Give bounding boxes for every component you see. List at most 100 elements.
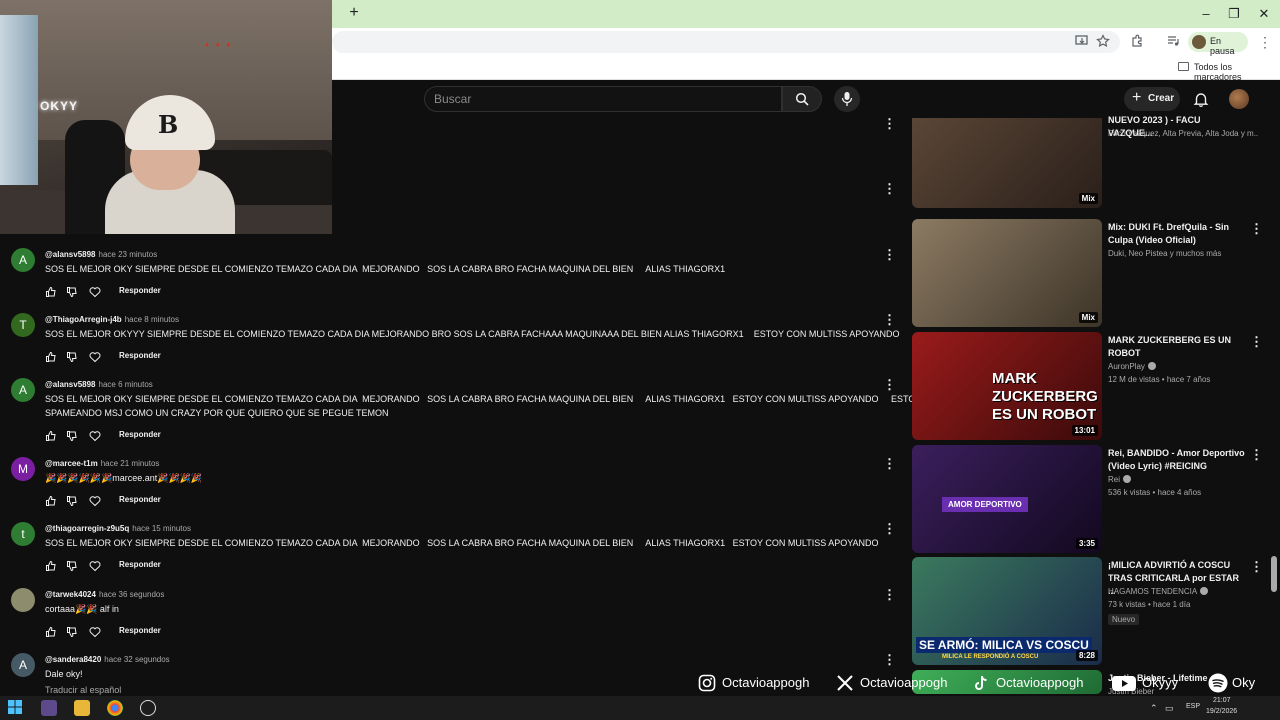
commenter-handle[interactable]: @ThiagoArregin-j4b <box>45 315 122 324</box>
commenter-avatar[interactable]: t <box>11 522 35 546</box>
commenter-avatar[interactable]: T <box>11 313 35 337</box>
file-explorer-icon[interactable] <box>74 700 90 716</box>
comment-time[interactable]: hace 21 minutos <box>101 459 160 468</box>
like-icon[interactable] <box>45 625 57 637</box>
notifications-bell-icon[interactable] <box>1193 91 1209 107</box>
comment-time[interactable]: hace 6 minutos <box>99 380 153 389</box>
page-scrollbar[interactable] <box>1271 556 1277 592</box>
search-input[interactable] <box>424 86 782 112</box>
comment-time[interactable]: hace 32 segundos <box>104 655 169 664</box>
commenter-handle[interactable]: @thiagoarregin-z9u5q <box>45 524 129 533</box>
comment-time[interactable]: hace 8 minutos <box>125 315 179 324</box>
reply-button[interactable]: Responder <box>119 286 161 295</box>
commenter-handle[interactable]: @marcee-t1m <box>45 459 98 468</box>
video-more-icon[interactable]: ⋮ <box>1250 335 1263 349</box>
comment-time[interactable]: hace 36 segundos <box>99 590 164 599</box>
video-thumbnail[interactable]: Mix <box>912 219 1102 327</box>
heart-icon[interactable] <box>89 494 101 507</box>
translate-link[interactable]: Traducir al español <box>45 685 121 695</box>
channel-name[interactable]: HAGAMOS TENDENCIA <box>1108 587 1258 596</box>
like-icon[interactable] <box>45 285 57 297</box>
commenter-handle[interactable]: @sandera8420 <box>45 655 101 664</box>
media-controls-icon[interactable] <box>1165 34 1181 50</box>
chrome-icon[interactable] <box>107 700 123 716</box>
heart-icon[interactable] <box>89 625 101 638</box>
channel-name[interactable]: Duki, Neo Pistea y muchos más <box>1108 249 1258 258</box>
commenter-avatar[interactable]: A <box>11 378 35 402</box>
video-more-icon[interactable]: ⋮ <box>1250 560 1263 574</box>
dislike-icon[interactable] <box>66 559 78 572</box>
minimize-button[interactable]: – <box>1196 5 1216 23</box>
clock-date[interactable]: 19/2/2026 <box>1206 708 1237 715</box>
like-icon[interactable] <box>45 494 57 506</box>
video-thumbnail[interactable]: SE ARMÓ: MILICA VS COSCU MILICA LE RESPON… <box>912 557 1102 665</box>
reply-button[interactable]: Responder <box>119 626 161 635</box>
commenter-avatar[interactable] <box>11 588 35 612</box>
comment-more-icon[interactable]: ⋮ <box>883 522 896 536</box>
reply-button[interactable]: Responder <box>119 495 161 504</box>
comment-time[interactable]: hace 23 minutos <box>99 250 158 259</box>
heart-icon[interactable] <box>89 350 101 363</box>
language-indicator[interactable]: ESP <box>1186 703 1200 710</box>
video-thumbnail[interactable]: AMOR DEPORTIVO 3:35 <box>912 445 1102 553</box>
comment-more-icon[interactable]: ⋮ <box>883 117 896 131</box>
commenter-handle[interactable]: @tarwek4024 <box>45 590 96 599</box>
network-icon[interactable]: ▭ <box>1165 703 1174 714</box>
comment-more-icon[interactable]: ⋮ <box>883 457 896 471</box>
reply-button[interactable]: Responder <box>119 430 161 439</box>
commenter-avatar[interactable]: M <box>11 457 35 481</box>
heart-icon[interactable] <box>89 429 101 442</box>
video-more-icon[interactable]: ⋮ <box>1250 448 1263 462</box>
comment-more-icon[interactable]: ⋮ <box>883 378 896 392</box>
like-icon[interactable] <box>45 559 57 571</box>
windows-start-icon[interactable] <box>8 700 24 716</box>
install-app-icon[interactable] <box>1074 34 1090 50</box>
channel-name[interactable]: Facu Vazquez, Alta Previa, Alta Joda y m… <box>1108 129 1258 138</box>
video-more-icon[interactable]: ⋮ <box>1250 222 1263 236</box>
channel-name[interactable]: Rei <box>1108 475 1258 484</box>
restore-button[interactable]: ❐ <box>1224 5 1244 23</box>
commenter-avatar[interactable]: A <box>11 653 35 677</box>
commenter-handle[interactable]: @alansv5898 <box>45 380 96 389</box>
clock-time[interactable]: 21:07 <box>1213 697 1231 704</box>
dislike-icon[interactable] <box>66 494 78 507</box>
dislike-icon[interactable] <box>66 429 78 442</box>
reply-button[interactable]: Responder <box>119 351 161 360</box>
voice-search-button[interactable] <box>834 86 860 112</box>
heart-icon[interactable] <box>89 285 101 298</box>
comment-more-icon[interactable]: ⋮ <box>883 182 896 196</box>
heart-icon[interactable] <box>89 559 101 572</box>
commenter-avatar[interactable]: A <box>11 248 35 272</box>
bookmark-star-icon[interactable] <box>1095 34 1111 50</box>
tray-chevron-icon[interactable]: ⌃ <box>1150 703 1158 714</box>
comment-more-icon[interactable]: ⋮ <box>883 653 896 667</box>
profile-chip[interactable]: En pausa <box>1188 32 1248 56</box>
dislike-icon[interactable] <box>66 285 78 298</box>
video-thumbnail[interactable]: Mix <box>912 118 1102 208</box>
user-avatar[interactable] <box>1229 89 1249 109</box>
new-tab-button[interactable]: + <box>346 5 362 21</box>
dislike-icon[interactable] <box>66 625 78 638</box>
search-button[interactable] <box>782 86 822 112</box>
all-bookmarks-link[interactable]: Todos los marcadores <box>1194 62 1280 82</box>
reply-button[interactable]: Responder <box>119 560 161 569</box>
media-player-icon[interactable] <box>41 700 57 716</box>
video-title[interactable]: Mix: DUKI Ft. DrefQuila - Sin Culpa (Vid… <box>1108 221 1246 247</box>
comment-time[interactable]: hace 15 minutos <box>132 524 191 533</box>
browser-menu-icon[interactable]: ⋮ <box>1258 34 1272 51</box>
comment-more-icon[interactable]: ⋮ <box>883 313 896 327</box>
obs-icon[interactable] <box>140 700 156 716</box>
like-icon[interactable] <box>45 350 57 362</box>
comment-more-icon[interactable]: ⋮ <box>883 248 896 262</box>
dislike-icon[interactable] <box>66 350 78 363</box>
video-title[interactable]: MARK ZUCKERBERG ES UN ROBOT <box>1108 334 1246 360</box>
comment-more-icon[interactable]: ⋮ <box>883 588 896 602</box>
address-bar[interactable] <box>332 31 1120 53</box>
video-thumbnail[interactable]: MARK ZUCKERBERG ES UN ROBOT 13:01 <box>912 332 1102 440</box>
like-icon[interactable] <box>45 429 57 441</box>
extensions-icon[interactable] <box>1129 34 1145 50</box>
create-button[interactable]: + Crear <box>1124 87 1180 111</box>
video-title[interactable]: Rei, BANDIDO - Amor Deportivo (Video Lyr… <box>1108 447 1246 473</box>
commenter-handle[interactable]: @alansv5898 <box>45 250 96 259</box>
channel-name[interactable]: AuronPlay <box>1108 362 1258 371</box>
